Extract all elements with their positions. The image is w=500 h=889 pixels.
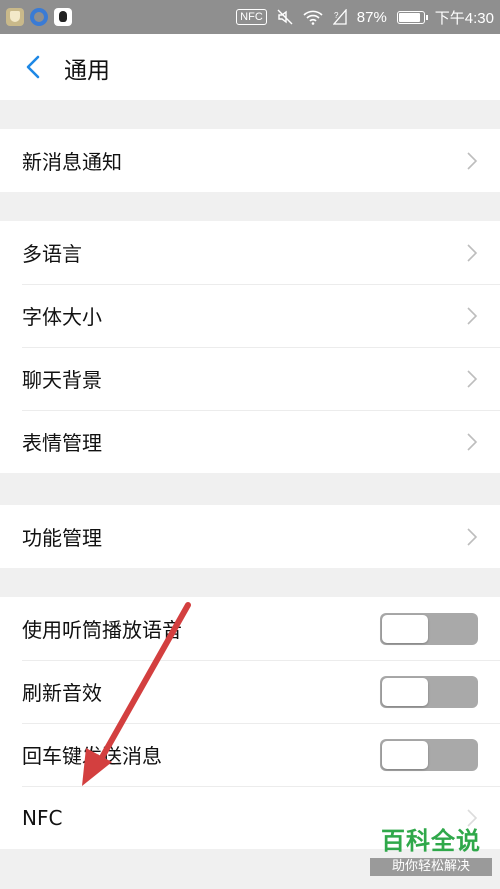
toggle-knob: [382, 614, 428, 643]
clock: 下午4:30: [434, 9, 494, 27]
signal-icon: ?: [332, 9, 347, 25]
notification-icons: [6, 7, 72, 27]
enter-to-send-toggle[interactable]: [380, 738, 478, 771]
list-item-earpiece-voice: 使用听筒播放语音: [0, 597, 500, 660]
toggle-knob: [382, 677, 428, 706]
list-item-label: 刷新音效: [22, 681, 102, 705]
chevron-right-icon: [467, 243, 478, 262]
nfc-status-icon: NFC: [236, 9, 267, 25]
list-item-label: 聊天背景: [22, 368, 102, 392]
status-bar: NFC ? 87% 下午4:30: [0, 0, 500, 34]
watermark: 百科全说 助你轻松解决: [370, 826, 492, 884]
list-item-label: 新消息通知: [22, 150, 122, 174]
shield-app-icon: [6, 8, 24, 26]
list-item-label: 回车键发送消息: [22, 744, 162, 768]
list-item-enter-to-send: 回车键发送消息: [0, 723, 500, 786]
battery-percentage: 87%: [356, 8, 387, 26]
list-item-feature-management[interactable]: 功能管理: [0, 505, 500, 568]
list-item-label: 表情管理: [22, 431, 102, 455]
list-item-new-message-notification[interactable]: 新消息通知: [0, 129, 500, 192]
section-features: 功能管理: [0, 505, 500, 568]
list-item-refresh-sound: 刷新音效: [0, 660, 500, 723]
earpiece-voice-toggle[interactable]: [380, 612, 478, 645]
section-notifications: 新消息通知: [0, 129, 500, 192]
list-item-font-size[interactable]: 字体大小: [0, 284, 500, 347]
svg-text:?: ?: [334, 11, 339, 20]
battery-fill: [398, 12, 420, 22]
watermark-title: 百科全说: [381, 827, 481, 855]
section-toggles: 使用听筒播放语音 刷新音效 回车键发送消息 NFC: [0, 597, 500, 849]
list-item-label: 使用听筒播放语音: [22, 618, 182, 642]
list-item-emoji-management[interactable]: 表情管理: [0, 410, 500, 473]
section-display: 多语言 字体大小 聊天背景 表情管理: [0, 221, 500, 473]
wifi-icon: [303, 10, 323, 25]
chevron-right-icon: [467, 432, 478, 451]
chevron-right-icon: [467, 306, 478, 325]
chevron-right-icon: [467, 527, 478, 546]
chevron-right-icon: [467, 808, 478, 827]
toggle-knob: [382, 740, 428, 769]
battery-icon: [396, 10, 428, 24]
list-item-label: 字体大小: [22, 305, 102, 329]
list-item-label: NFC: [22, 805, 63, 830]
list-item-label: 多语言: [22, 242, 82, 266]
mute-icon: [277, 9, 293, 25]
baidu-app-icon: [30, 8, 48, 26]
qq-app-icon: [54, 8, 72, 26]
list-item-language[interactable]: 多语言: [0, 221, 500, 284]
list-item-chat-background[interactable]: 聊天背景: [0, 347, 500, 410]
system-icons: NFC ? 87% 下午4:30: [236, 7, 494, 27]
app-header: 通用: [0, 34, 500, 100]
chevron-right-icon: [467, 369, 478, 388]
refresh-sound-toggle[interactable]: [380, 675, 478, 708]
chevron-left-icon[interactable]: [20, 53, 48, 81]
watermark-subtitle: 助你轻松解决: [370, 858, 492, 876]
chevron-right-icon: [467, 151, 478, 170]
list-item-label: 功能管理: [22, 526, 102, 550]
page-title: 通用: [64, 58, 110, 84]
